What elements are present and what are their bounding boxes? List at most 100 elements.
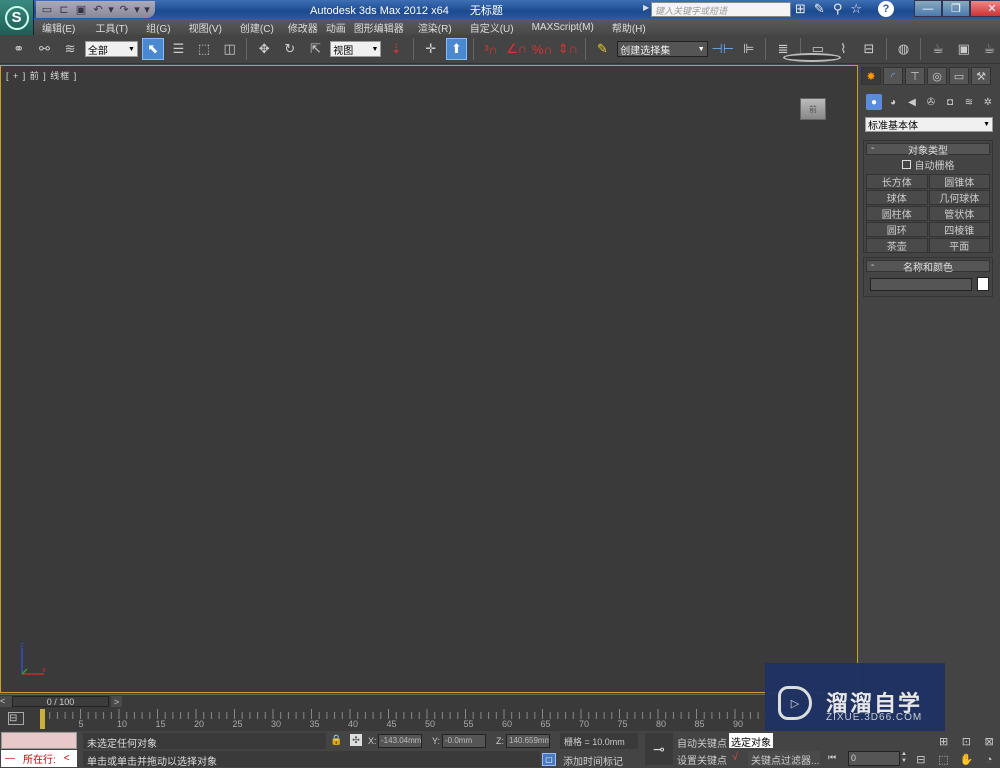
viewcube-compass[interactable] — [783, 53, 841, 62]
angle-snap-icon[interactable]: ∠∩ — [506, 38, 528, 60]
select-object-icon[interactable]: ⬉ — [141, 38, 164, 60]
menu-tools[interactable]: 工具(T) — [95, 20, 128, 35]
selection-set-dropdown[interactable]: 选定对象 — [729, 733, 773, 748]
select-by-name-icon[interactable]: ☰ — [168, 38, 190, 60]
menu-edit[interactable]: 编辑(E) — [42, 20, 75, 35]
current-frame-input[interactable]: 0 — [848, 751, 900, 766]
box-button[interactable]: 长方体 — [866, 174, 928, 189]
rotate-icon[interactable]: ↻ — [279, 38, 301, 60]
sphere-button[interactable]: 球体 — [866, 190, 928, 205]
customize-qat-icon[interactable]: ▾ — [143, 3, 151, 17]
help-icon[interactable]: ? — [878, 1, 894, 17]
schematic-view-icon[interactable]: ⊟ — [858, 38, 880, 60]
teapot-button[interactable]: 茶壶 — [866, 238, 928, 253]
select-manipulate-icon[interactable]: ✛ — [420, 38, 442, 60]
scale-icon[interactable]: ⇱ — [305, 38, 327, 60]
plane-button[interactable]: 平面 — [928, 238, 990, 253]
geometry-icon[interactable]: ● — [866, 94, 882, 110]
torus-button[interactable]: 圆环 — [866, 222, 928, 237]
infocenter-search-input[interactable]: 键入关键字或短语 — [651, 2, 791, 17]
application-button[interactable]: S — [0, 0, 34, 35]
go-to-start-icon[interactable]: ⏮ — [828, 752, 836, 763]
frame-spinner[interactable]: ▲ ▼ — [901, 751, 908, 766]
zoom-extents-all-icon[interactable]: ⊠ — [978, 733, 1000, 750]
x-coordinate-input[interactable]: -143.04mm — [378, 734, 422, 748]
menu-rendering[interactable]: 渲染(R) — [418, 20, 452, 35]
open-folder-icon[interactable]: ⊏ — [57, 3, 71, 17]
name-and-color-header[interactable]: - 名称和颜色 — [866, 260, 990, 274]
menu-animation[interactable]: 动画 — [326, 20, 346, 35]
menu-graph-editors[interactable]: 图形编辑器 — [354, 20, 404, 35]
time-slider-prev[interactable]: < — [0, 696, 12, 707]
tube-button[interactable]: 管状体 — [928, 206, 990, 221]
tab-create[interactable]: ✸ — [861, 67, 881, 85]
helpers-icon[interactable]: ◘ — [942, 94, 958, 110]
shapes-icon[interactable]: ◕ — [885, 94, 901, 110]
keyboard-shortcut-override-icon[interactable]: ⬆ — [445, 38, 468, 60]
redo-dropdown-icon[interactable]: ▾ — [134, 3, 140, 17]
selection-filter-dropdown[interactable]: 全部 ▼ — [84, 41, 138, 57]
key-icon[interactable]: ⊸ — [645, 733, 673, 765]
checkbox-icon[interactable] — [901, 160, 911, 169]
binoculars-icon[interactable]: ⊞ — [795, 1, 806, 17]
viewport-front[interactable] — [0, 65, 858, 693]
tab-motion[interactable]: ◎ — [927, 67, 947, 85]
unlink-icon[interactable]: ⚯ — [34, 38, 56, 60]
tab-utilities[interactable]: ⚒ — [971, 67, 991, 85]
percent-snap-icon[interactable]: %∩ — [531, 38, 553, 60]
reference-coordinate-dropdown[interactable]: 视图 ▼ — [330, 41, 382, 57]
named-selection-dropdown[interactable]: 创建选择集 ▼ — [617, 41, 708, 57]
spinner-snap-icon[interactable]: ⇕∩ — [557, 38, 579, 60]
time-config-icon[interactable]: ⊟ — [910, 751, 932, 768]
wrench-icon[interactable]: ✎ — [814, 1, 825, 17]
tab-display[interactable]: ▭ — [949, 67, 969, 85]
maximize-button[interactable]: ❐ — [942, 0, 970, 17]
rectangular-selection-icon[interactable]: ⬚ — [193, 38, 215, 60]
redo-icon[interactable]: ↷ — [117, 3, 131, 17]
pyramid-button[interactable]: 四棱锥 — [928, 222, 990, 237]
z-coordinate-input[interactable]: 140.659mm — [506, 734, 550, 748]
zoom-all-icon[interactable]: ⊞ — [933, 733, 955, 750]
bind-spacewarp-icon[interactable]: ≋ — [59, 38, 81, 60]
tab-modify[interactable]: ◜ — [883, 67, 903, 85]
undo-dropdown-icon[interactable]: ▾ — [108, 3, 114, 17]
zoom-icon[interactable] — [910, 733, 932, 750]
add-time-tag-icon[interactable]: ▢ — [542, 753, 556, 766]
snaps-toggle-icon[interactable]: ³∩ — [480, 38, 502, 60]
maxscript-listener-input[interactable] — [1, 732, 77, 749]
menu-modifiers[interactable]: 修改器 — [288, 20, 318, 35]
spacewarps-icon[interactable]: ≋ — [961, 94, 977, 110]
autogrid-checkbox[interactable]: 自动栅格 — [864, 157, 992, 172]
add-time-tag[interactable]: 添加时间标记 — [563, 753, 623, 768]
selection-lock-icon[interactable]: 🔒 — [330, 735, 342, 746]
lights-icon[interactable]: ◀ — [904, 94, 920, 110]
key-filters-button[interactable]: 关键点过滤器... — [748, 751, 820, 766]
viewport-label[interactable]: [ + ] 前 ] 线框 ] — [6, 69, 77, 82]
menu-group[interactable]: 组(G) — [146, 20, 170, 35]
menu-create[interactable]: 创建(C) — [240, 20, 274, 35]
object-type-header[interactable]: - 对象类型 — [866, 143, 990, 157]
object-name-input[interactable] — [870, 278, 972, 291]
satellite-icon[interactable]: ⚲ — [833, 1, 843, 17]
edit-named-selection-icon[interactable]: ✎ — [592, 38, 614, 60]
viewcube[interactable]: 前 — [800, 98, 826, 120]
absolute-mode-icon[interactable]: ✣ — [350, 734, 362, 746]
mini-curve-editor-icon[interactable]: ⊟ — [8, 712, 24, 725]
geometry-category-dropdown[interactable]: 标准基本体 ▼ — [865, 117, 993, 132]
window-crossing-icon[interactable]: ◫ — [219, 38, 241, 60]
material-editor-icon[interactable]: ◍ — [893, 38, 915, 60]
current-frame-marker[interactable] — [40, 709, 45, 729]
set-key-button[interactable]: 设置关键点 — [677, 752, 727, 767]
orbit-icon[interactable]: ◔ — [978, 751, 1000, 768]
auto-key-button[interactable]: 自动关键点 — [677, 735, 727, 750]
systems-icon[interactable]: ✲ — [980, 94, 996, 110]
close-button[interactable]: ✕ — [970, 0, 1000, 17]
object-color-swatch[interactable] — [977, 277, 989, 291]
y-coordinate-input[interactable]: -0.0mm — [442, 734, 486, 748]
rendered-frame-window-icon[interactable]: ▣ — [953, 38, 975, 60]
maxscript-prompt[interactable]: — 所在行: < — [1, 750, 77, 767]
menu-views[interactable]: 视图(V) — [189, 20, 222, 35]
minimize-button[interactable]: — — [914, 0, 942, 17]
pivot-center-icon[interactable]: ⇣ — [385, 38, 407, 60]
menu-customize[interactable]: 自定义(U) — [470, 20, 514, 35]
